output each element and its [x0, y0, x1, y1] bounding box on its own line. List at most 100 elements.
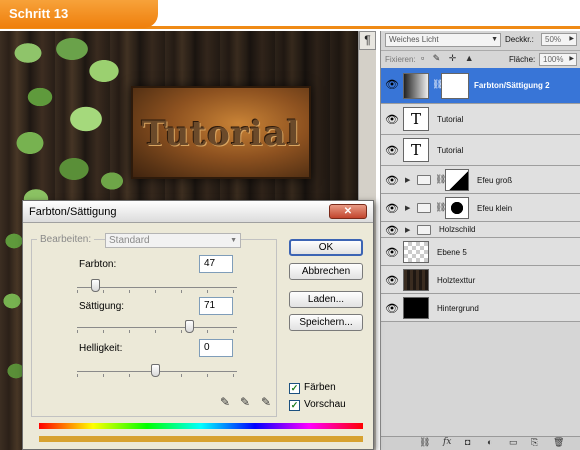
eyedropper-plus-icon[interactable]: ✎ [240, 395, 250, 409]
new-group-icon[interactable]: ▭ [509, 437, 518, 448]
dialog-titlebar[interactable]: Farbton/Sättigung ✕ [23, 201, 373, 223]
saturation-slider-thumb[interactable] [185, 320, 194, 333]
eye-icon[interactable]: 👁 [383, 246, 401, 259]
eye-icon[interactable]: 👁 [383, 302, 401, 315]
sign-text: Tutorial [141, 114, 301, 154]
lock-row: Fixieren: ▫ ✎ ✛ ▲ Fläche: 100% ▶ [381, 50, 580, 68]
layer-name: Hintergrund [437, 304, 479, 313]
lightness-label: Helligkeit: [79, 343, 123, 354]
layer-row-efeu-gross[interactable]: 👁 ▶ ⛓ Efeu groß [381, 166, 580, 194]
layers-panel: Weiches Licht ▼ Deckkr.: 50% ▶ Fixieren:… [380, 31, 580, 450]
ok-button[interactable]: OK [289, 239, 363, 256]
wood-texture-thumbnail [403, 269, 429, 291]
eye-icon[interactable]: 👁 [383, 144, 401, 157]
layer-row-hintergrund[interactable]: 👁 Hintergrund [381, 294, 580, 322]
eyedropper-minus-icon[interactable]: ✎ [261, 395, 271, 409]
edit-group-box [31, 239, 277, 417]
cancel-button[interactable]: Abbrechen [289, 263, 363, 280]
edit-select[interactable]: Standard ▼ [105, 233, 241, 248]
layer-row-ebene-5[interactable]: 👁 Ebene 5 [381, 238, 580, 266]
layer-name: Efeu groß [477, 176, 513, 185]
mask-thumbnail [445, 169, 469, 191]
chevron-down-icon: ▼ [491, 36, 498, 43]
layer-name: Farbton/Sättigung 2 [474, 81, 550, 90]
background-thumbnail [403, 297, 429, 319]
saturation-slider-track[interactable] [77, 327, 237, 328]
layer-name: Holzschild [439, 225, 476, 234]
ivy-leaves-image [0, 31, 132, 221]
fx-icon[interactable]: fx [443, 437, 451, 447]
opacity-field[interactable]: 50% ▶ [541, 33, 577, 46]
trash-icon[interactable]: 🗑 [553, 437, 564, 448]
hue-slider-ticks [77, 290, 237, 293]
step-banner: Schritt 13 [0, 0, 580, 31]
layer-row-farbton[interactable]: 👁 ⛓ Farbton/Sättigung 2 [381, 68, 580, 104]
expand-triangle-icon[interactable]: ▶ [405, 204, 410, 212]
wooden-sign-image: Tutorial [131, 86, 311, 179]
hue-slider-thumb[interactable] [91, 279, 100, 292]
chevron-right-icon: ▶ [569, 56, 574, 62]
opacity-value: 50% [545, 35, 562, 44]
hue-slider-track[interactable] [77, 287, 237, 288]
folder-icon [417, 175, 431, 185]
layer-name: Ebene 5 [437, 248, 467, 257]
lock-label: Fixieren: [385, 55, 416, 64]
hue-saturation-dialog: Farbton/Sättigung ✕ Bearbeiten: Standard… [22, 200, 374, 450]
layer-name: Efeu klein [477, 204, 513, 213]
mask-thumbnail [441, 73, 469, 99]
fill-field[interactable]: 100% ▶ [539, 53, 577, 66]
lock-icons[interactable]: ▫ ✎ ✛ ▲ [421, 53, 477, 64]
preview-checkbox[interactable]: ✓ [289, 400, 300, 411]
output-color-bar [39, 436, 363, 442]
eye-icon[interactable]: 👁 [383, 113, 401, 126]
close-icon: ✕ [343, 206, 353, 217]
load-button[interactable]: Laden... [289, 291, 363, 308]
expand-triangle-icon[interactable]: ▶ [405, 176, 410, 184]
new-layer-icon[interactable]: ⎘ [531, 437, 538, 448]
transparent-layer-thumbnail [403, 241, 429, 263]
layer-name: Tutorial [437, 146, 464, 155]
folder-icon [417, 203, 431, 213]
text-layer-icon: T [403, 107, 429, 131]
expand-triangle-icon[interactable]: ▶ [405, 226, 410, 234]
eye-icon[interactable]: 👁 [383, 202, 401, 215]
step-title: Schritt 13 [9, 6, 69, 21]
eye-icon[interactable]: 👁 [383, 78, 401, 91]
save-button[interactable]: Speichern... [289, 314, 363, 331]
saturation-slider-ticks [77, 330, 237, 333]
saturation-input[interactable]: 71 [199, 297, 233, 315]
colorize-checkbox[interactable]: ✓ [289, 383, 300, 394]
preview-label: Vorschau [304, 399, 346, 410]
eye-icon[interactable]: 👁 [383, 174, 401, 187]
eye-icon[interactable]: 👁 [383, 274, 401, 287]
paragraph-icon[interactable]: ¶ [359, 31, 376, 50]
blend-mode-value: Weiches Licht [389, 35, 439, 44]
saturation-label: Sättigung: [79, 301, 125, 312]
blend-mode-select[interactable]: Weiches Licht ▼ [385, 33, 501, 47]
layers-toolbar: Weiches Licht ▼ Deckkr.: 50% ▶ [381, 31, 580, 50]
text-layer-icon: T [403, 138, 429, 162]
chevron-down-icon: ▼ [230, 237, 237, 244]
layer-row-holztexttur[interactable]: 👁 Holztexttur [381, 266, 580, 294]
layer-row-efeu-klein[interactable]: 👁 ▶ ⛓ Efeu klein [381, 194, 580, 222]
lightness-slider-thumb[interactable] [151, 364, 160, 377]
eyedropper-icon[interactable]: ✎ [220, 395, 230, 409]
add-mask-icon[interactable]: ◘ [465, 437, 470, 447]
eye-icon[interactable]: 👁 [383, 224, 401, 237]
adjustment-layer-icon[interactable]: ◐ [487, 437, 492, 447]
layer-row-holzschild[interactable]: 👁 ▶ Holzschild [381, 222, 580, 238]
close-button[interactable]: ✕ [329, 204, 367, 219]
layer-name: Holztexttur [437, 276, 476, 285]
adjustment-thumbnail [403, 73, 429, 99]
chevron-right-icon: ▶ [569, 36, 574, 42]
edit-select-value: Standard [109, 235, 150, 246]
input-color-spectrum-bar [39, 423, 363, 429]
fill-label: Fläche: [509, 55, 536, 64]
lightness-input[interactable]: 0 [199, 339, 233, 357]
colorize-label: Färben [304, 382, 336, 393]
link-layers-icon[interactable]: ⛓ [419, 437, 430, 448]
layer-row-tutorial-1[interactable]: 👁 T Tutorial [381, 104, 580, 135]
layers-bottom-toolbar: ⛓ fx ◘ ◐ ▭ ⎘ 🗑 [381, 436, 580, 450]
layer-row-tutorial-2[interactable]: 👁 T Tutorial [381, 135, 580, 166]
hue-input[interactable]: 47 [199, 255, 233, 273]
